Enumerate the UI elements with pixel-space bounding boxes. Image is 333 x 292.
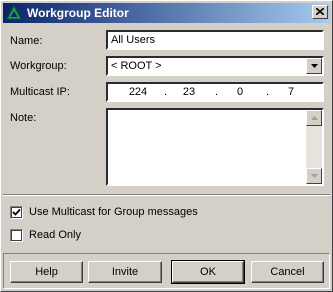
cancel-button[interactable]: Cancel [251,261,324,283]
name-label: Name: [10,35,43,47]
ip-dot: . [266,86,270,98]
close-button[interactable] [312,5,328,19]
ip-dot: . [215,86,219,98]
read-only-checkbox[interactable] [10,229,23,242]
window-title: Workgroup Editor [27,6,129,20]
note-label: Note: [10,112,37,124]
separator [3,194,330,196]
ip-octet-4[interactable]: 7 [276,86,306,99]
name-field[interactable]: All Users [106,30,324,50]
multicast-label: Multicast IP: [10,86,70,98]
note-scrollbar[interactable] [306,110,322,184]
ok-button[interactable]: OK [171,260,245,284]
workgroup-value: < ROOT > [111,60,162,72]
dropdown-button[interactable] [306,58,322,74]
note-textarea[interactable] [106,108,324,186]
ip-octet-3[interactable]: 0 [225,86,255,99]
name-value: All Users [111,34,156,46]
workgroup-editor-dialog: Workgroup Editor Name: All Users Workgro… [0,0,333,292]
scroll-up-button[interactable] [306,110,322,126]
help-button[interactable]: Help [10,261,83,283]
ip-octet-1[interactable]: 224 [123,86,153,99]
workgroup-select[interactable]: < ROOT > [106,56,324,76]
use-multicast-checkbox[interactable] [10,206,23,219]
workgroup-label: Workgroup: [10,60,67,72]
green-triangle-icon [6,4,22,21]
scroll-down-button[interactable] [306,168,322,184]
ip-dot: . [164,86,168,98]
ip-octet-2[interactable]: 23 [174,86,204,99]
multicast-ip-field[interactable]: 224 . 23 . 0 . 7 [106,82,324,102]
read-only-label[interactable]: Read Only [29,229,81,242]
title-bar[interactable]: Workgroup Editor [3,3,330,23]
invite-button[interactable]: Invite [88,261,162,283]
use-multicast-label[interactable]: Use Multicast for Group messages [29,206,198,219]
